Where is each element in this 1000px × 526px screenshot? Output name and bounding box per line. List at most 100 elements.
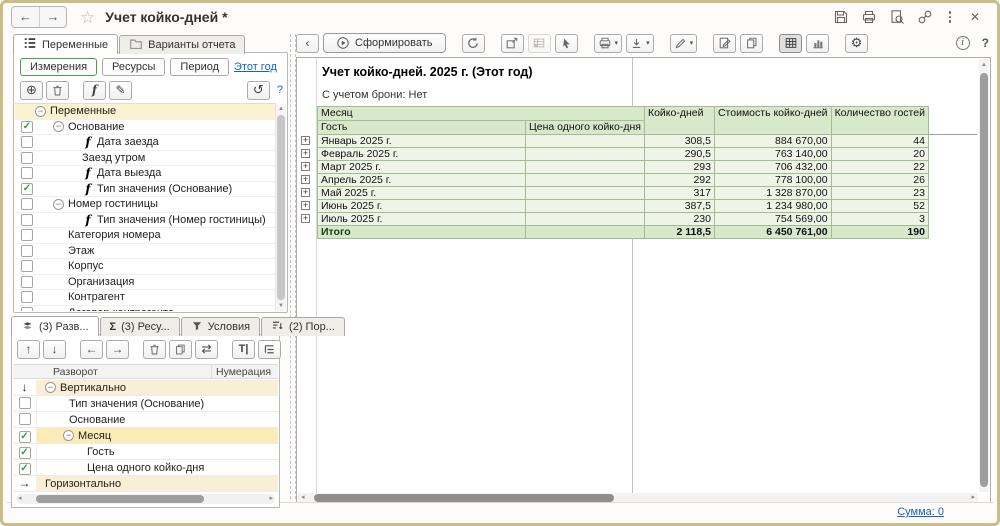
report-data-row[interactable]: Май 2025 г.3171 328 870,0023 <box>318 187 929 200</box>
cell-month[interactable]: Февраль 2025 г. <box>318 148 526 161</box>
variables-tree-row[interactable]: Договор контрагента <box>15 306 276 312</box>
cell-price[interactable] <box>526 135 645 148</box>
chart-view-icon[interactable] <box>806 34 829 53</box>
structure-row[interactable]: ✓Гость <box>13 444 278 460</box>
report-vscrollbar[interactable]: ▲ <box>979 59 989 492</box>
row-checkbox[interactable] <box>21 136 33 148</box>
variables-tree-row[interactable]: Заезд утром <box>15 151 276 167</box>
forward-button[interactable]: → <box>39 7 66 27</box>
tab-report-variants[interactable]: Варианты отчета <box>119 35 245 54</box>
edit-document-icon[interactable] <box>713 34 736 53</box>
variables-tree-row[interactable]: Категория номера <box>15 228 276 244</box>
swap-icon[interactable]: ⇄ <box>195 340 218 359</box>
expand-row-icon[interactable]: + <box>301 188 310 197</box>
info-icon[interactable]: i <box>956 36 970 50</box>
period-button[interactable]: Период <box>170 58 229 76</box>
report-total-row[interactable]: Итого2 118,56 450 761,00190 <box>318 226 929 239</box>
autofit-icon[interactable] <box>501 34 524 53</box>
row-checkbox[interactable] <box>21 229 33 241</box>
period-link[interactable]: Этот год <box>234 61 277 73</box>
cell-price[interactable] <box>526 174 645 187</box>
cell-guests[interactable]: 3 <box>831 213 928 226</box>
structure-row[interactable]: Тип значения (Основание) <box>13 396 278 412</box>
cell-month[interactable]: Январь 2025 г. <box>318 135 526 148</box>
reset-icon[interactable]: ↺ <box>247 81 270 100</box>
tab-expand[interactable]: (3) Разв... <box>11 316 99 336</box>
text-settings-icon[interactable]: T| <box>232 340 255 359</box>
tab-variables[interactable]: Переменные <box>13 34 118 54</box>
row-checkbox[interactable] <box>21 245 33 257</box>
cell-cost[interactable]: 1 328 870,00 <box>714 187 831 200</box>
cell-cost[interactable]: 754 569,00 <box>714 213 831 226</box>
tab-order[interactable]: (2) Пор... <box>261 317 345 336</box>
variables-tree-row[interactable]: fДата заезда <box>15 135 276 151</box>
structure-row[interactable]: Основание <box>13 412 278 428</box>
structure-row[interactable]: ✓Цена одного койко-дня <box>13 460 278 476</box>
row-checkbox[interactable] <box>21 291 33 303</box>
cell-cost[interactable]: 706 432,00 <box>714 161 831 174</box>
sum-link[interactable]: Сумма: 0 <box>897 506 944 518</box>
collapse-icon[interactable]: − <box>35 106 46 117</box>
row-checkbox[interactable] <box>21 152 33 164</box>
move-right-icon[interactable]: → <box>106 340 129 359</box>
copy-row-icon[interactable] <box>169 340 192 359</box>
row-checkbox[interactable] <box>21 214 33 226</box>
copy-document-icon[interactable] <box>740 34 763 53</box>
cell-cost[interactable]: 884 670,00 <box>714 135 831 148</box>
link-icon[interactable] <box>917 9 933 25</box>
expand-row-icon[interactable]: + <box>301 201 310 210</box>
structure-hscrollbar[interactable]: ◂ ▸ <box>16 494 275 504</box>
expand-row-icon[interactable]: + <box>301 162 310 171</box>
structure-row[interactable]: ↓−Вертикально <box>13 380 278 396</box>
scrollbar-thumb[interactable] <box>277 115 285 300</box>
cell-cost[interactable]: 763 140,00 <box>714 148 831 161</box>
back-button[interactable]: ← <box>12 7 39 27</box>
cell-month[interactable]: Июнь 2025 г. <box>318 200 526 213</box>
row-checkbox[interactable] <box>19 413 31 425</box>
cell-bed-days[interactable]: 308,5 <box>644 135 714 148</box>
cell-bed-days[interactable]: 317 <box>644 187 714 200</box>
tab-resources[interactable]: Σ (3) Ресу... <box>100 317 180 336</box>
scrollbar-thumb[interactable] <box>980 73 988 487</box>
add-icon[interactable]: ⊕ <box>20 81 43 100</box>
delete-row-icon[interactable] <box>143 340 166 359</box>
collapse-icon[interactable]: − <box>53 199 64 210</box>
structure-row[interactable]: ✓−Месяц <box>13 428 278 444</box>
report-data-row[interactable]: Январь 2025 г.308,5884 670,0044 <box>318 135 929 148</box>
close-icon[interactable]: ✕ <box>967 9 983 25</box>
scrollbar-thumb[interactable] <box>36 495 204 503</box>
row-checkbox[interactable] <box>21 167 33 179</box>
cell-bed-days[interactable]: 293 <box>644 161 714 174</box>
report-data-row[interactable]: Февраль 2025 г.290,5763 140,0020 <box>318 148 929 161</box>
cell-cost[interactable]: 1 234 980,00 <box>714 200 831 213</box>
preview-icon[interactable] <box>889 9 905 25</box>
cell-guests[interactable]: 22 <box>831 161 928 174</box>
help-icon[interactable]: ? <box>277 84 283 96</box>
collapse-icon[interactable]: − <box>45 382 56 393</box>
cell-guests[interactable]: 52 <box>831 200 928 213</box>
cell-month[interactable]: Май 2025 г. <box>318 187 526 200</box>
edit-pencil-button[interactable]: ✎ <box>109 81 132 100</box>
cell-bed-days[interactable]: 292 <box>644 174 714 187</box>
cursor-icon[interactable] <box>555 34 578 53</box>
variables-tree-row[interactable]: ✓−Основание <box>15 120 276 136</box>
variables-tree-row[interactable]: fДата выезда <box>15 166 276 182</box>
report-data-row[interactable]: Март 2025 г. 293706 432,0022 <box>318 161 929 174</box>
variables-tree-row[interactable]: Корпус <box>15 259 276 275</box>
resources-button[interactable]: Ресурсы <box>102 58 165 76</box>
report-help-icon[interactable]: ? <box>982 36 989 50</box>
row-checkbox[interactable] <box>21 198 33 210</box>
cell-bed-days[interactable]: 230 <box>644 213 714 226</box>
report-data-row[interactable]: Июнь 2025 г.387,51 234 980,0052 <box>318 200 929 213</box>
row-checkbox[interactable]: ✓ <box>19 463 31 475</box>
report-data-row[interactable]: Июль 2025 г.230754 569,003 <box>318 213 929 226</box>
variables-tree-row[interactable]: fТип значения (Номер гостиницы) <box>15 213 276 229</box>
row-checkbox[interactable] <box>21 260 33 272</box>
save-icon[interactable] <box>833 9 849 25</box>
cell-month[interactable]: Март 2025 г. <box>318 161 526 174</box>
variables-tree-row[interactable]: Организация <box>15 275 276 291</box>
delete-icon[interactable] <box>46 81 69 100</box>
row-checkbox[interactable]: ✓ <box>19 447 31 459</box>
variables-tree-row[interactable]: −Переменные <box>15 104 276 120</box>
cell-price[interactable] <box>526 200 645 213</box>
